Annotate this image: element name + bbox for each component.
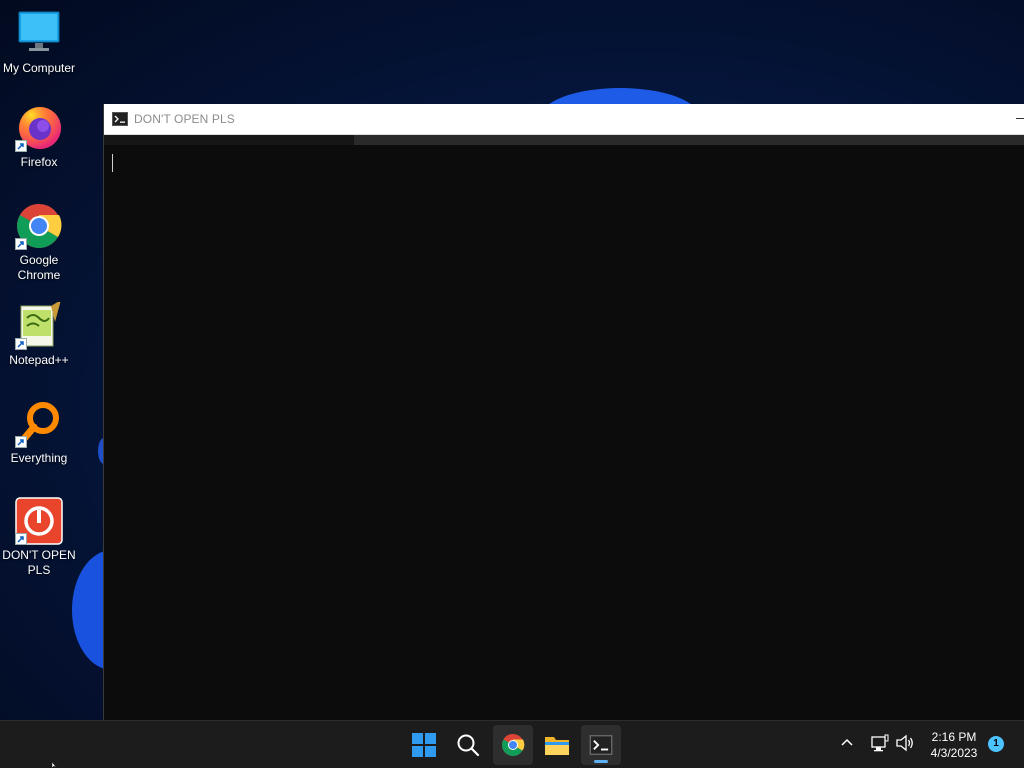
desktop-icon-everything[interactable]: Everything [0, 400, 78, 466]
taskbar-search-button[interactable] [448, 725, 488, 765]
window-title: DON'T OPEN PLS [134, 112, 235, 126]
desktop-icon-label: Firefox [20, 155, 58, 169]
taskbar-file-explorer-button[interactable] [537, 725, 577, 765]
console-icon [589, 735, 613, 755]
taskbar: 2:16 PM 4/3/2023 1 [0, 720, 1024, 768]
shortcut-arrow-icon [15, 436, 27, 448]
desktop-icon-label: DON'T OPEN PLS [2, 548, 76, 577]
desktop-icon-label: Everything [10, 451, 68, 465]
start-button[interactable] [404, 725, 444, 765]
shortcut-arrow-icon [15, 533, 27, 545]
shortcut-arrow-icon [15, 140, 27, 152]
taskbar-clock[interactable]: 2:16 PM 4/3/2023 [922, 729, 986, 761]
volume-icon[interactable] [895, 734, 915, 752]
notification-badge[interactable]: 1 [988, 736, 1004, 752]
taskbar-chrome-button[interactable] [493, 725, 533, 765]
taskbar-console-button[interactable] [581, 725, 621, 765]
text-cursor[interactable] [112, 154, 113, 172]
monitor-icon [15, 10, 63, 58]
desktop-icon-notepadpp[interactable]: Notepad++ [0, 300, 78, 368]
power-icon [15, 497, 63, 545]
mouse-pointer-icon [52, 762, 58, 768]
desktop-icon-label: Google Chrome [17, 253, 61, 282]
firefox-icon [15, 104, 63, 152]
minimize-button[interactable] [1016, 118, 1024, 119]
desktop-icon-label: My Computer [2, 61, 76, 75]
clock-time: 2:16 PM [931, 730, 977, 744]
console-window[interactable]: DON'T OPEN PLS [103, 104, 1024, 720]
chrome-icon [15, 202, 63, 250]
windows-logo-icon [412, 733, 436, 757]
desktop-icon-label: Notepad++ [9, 353, 69, 367]
desktop-icon-firefox[interactable]: Firefox [0, 104, 78, 170]
desktop-icon-my-computer[interactable]: My Computer [0, 10, 78, 76]
clock-date: 4/3/2023 [930, 746, 978, 760]
search-icon [457, 734, 480, 757]
console-icon [112, 112, 128, 126]
shortcut-arrow-icon [15, 238, 27, 250]
notepadpp-icon [15, 300, 63, 350]
desktop-icon-google-chrome[interactable]: Google Chrome [0, 202, 78, 283]
desktop-icon-dont-open-pls[interactable]: DON'T OPEN PLS [0, 497, 78, 578]
console-scroll-strip [354, 135, 1024, 145]
network-icon[interactable] [871, 734, 889, 752]
console-toolbar-strip [104, 135, 354, 145]
active-indicator [594, 760, 608, 763]
window-titlebar[interactable]: DON'T OPEN PLS [104, 104, 1024, 135]
chrome-icon [502, 734, 525, 756]
shortcut-arrow-icon [15, 338, 27, 350]
everything-search-icon [15, 400, 63, 448]
chevron-up-icon[interactable] [840, 735, 854, 749]
folder-icon [545, 737, 569, 755]
